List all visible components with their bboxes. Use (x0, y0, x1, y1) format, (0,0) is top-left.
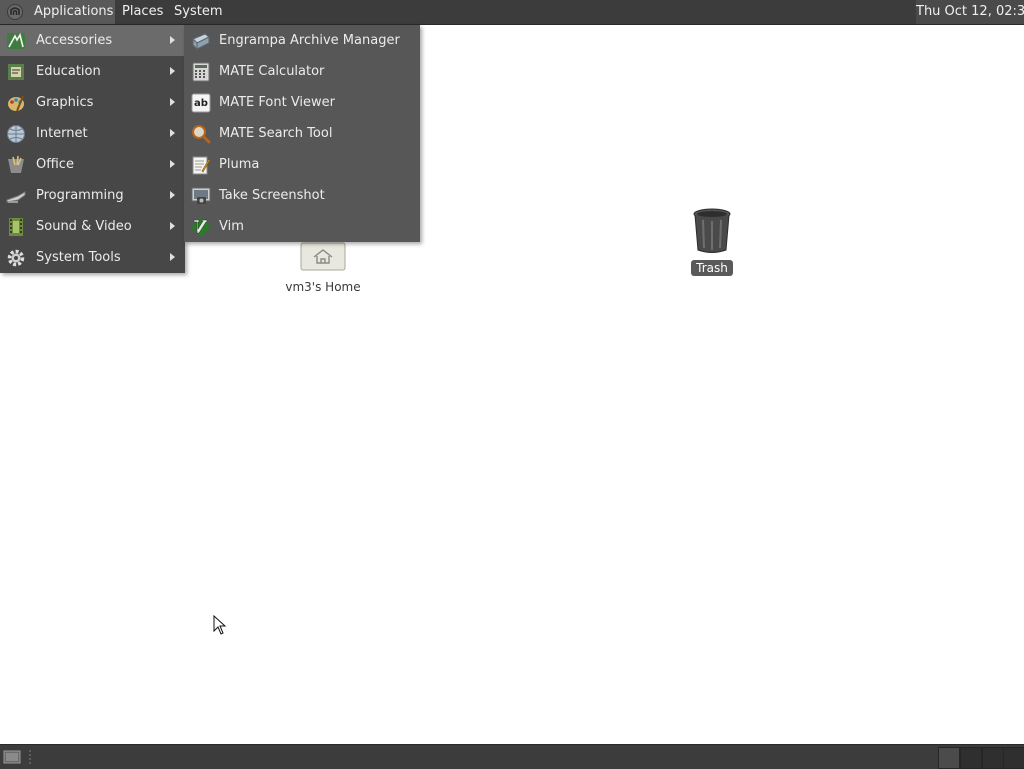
bottom-panel (0, 744, 1024, 769)
menu-item-office[interactable]: Office (0, 149, 185, 180)
menu-item-label: Sound & Video (36, 219, 132, 234)
workspace-1[interactable] (938, 747, 960, 769)
menu-item-engrampa[interactable]: Engrampa Archive Manager (184, 25, 420, 56)
trash-label: Trash (691, 260, 733, 276)
font-viewer-icon: ab (191, 93, 211, 113)
menu-item-label: MATE Calculator (219, 64, 325, 79)
programming-icon (6, 191, 26, 203)
panel-drag-handle[interactable] (28, 749, 32, 765)
menu-item-label: Programming (36, 188, 124, 203)
show-desktop-icon[interactable] (3, 749, 21, 765)
menu-item-label: Engrampa Archive Manager (219, 33, 400, 48)
menu-item-label: Office (36, 157, 74, 172)
menu-item-pluma[interactable]: Pluma (184, 149, 420, 180)
menu-item-label: Pluma (219, 157, 260, 172)
menu-item-system-tools[interactable]: System Tools (0, 242, 185, 273)
submenu-arrow-icon (170, 191, 175, 199)
menu-item-label: System Tools (36, 250, 121, 265)
applications-menu-button[interactable]: Applications (0, 0, 115, 24)
menu-item-label: Graphics (36, 95, 94, 110)
accessories-icon (7, 32, 25, 49)
vim-icon (191, 217, 211, 237)
calculator-icon (192, 62, 210, 82)
workspace-4[interactable] (1003, 747, 1024, 769)
menu-item-graphics[interactable]: Graphics (0, 87, 185, 118)
menu-item-accessories[interactable]: Accessories (0, 25, 185, 56)
clock[interactable]: Thu Oct 12, 02:31 (916, 0, 1024, 24)
workspace-2[interactable] (960, 747, 982, 769)
submenu-arrow-icon (170, 129, 175, 137)
submenu-arrow-icon (170, 67, 175, 75)
archive-manager-icon (192, 33, 210, 51)
menu-item-programming[interactable]: Programming (0, 180, 185, 211)
submenu-arrow-icon (170, 98, 175, 106)
menu-item-take-screenshot[interactable]: Take Screenshot (184, 180, 420, 211)
menu-item-label: MATE Search Tool (219, 126, 333, 141)
text-editor-icon (192, 156, 211, 175)
accessories-submenu: Engrampa Archive Manager MATE Calculator… (184, 25, 420, 242)
trash-desktop-icon[interactable]: Trash (688, 206, 736, 276)
menu-item-label: Accessories (36, 33, 113, 48)
mate-logo-icon (7, 4, 23, 20)
graphics-icon (8, 95, 24, 112)
menu-item-label: Take Screenshot (219, 188, 325, 203)
applications-label: Applications (34, 4, 114, 19)
menu-item-label: Internet (36, 126, 88, 141)
sound-video-icon (9, 218, 23, 236)
menu-item-label: Vim (219, 219, 244, 234)
system-tools-icon (7, 249, 25, 267)
home-folder-desktop-icon[interactable]: vm3's Home (283, 242, 363, 294)
education-icon (8, 64, 24, 80)
mouse-cursor-icon (213, 615, 227, 635)
menu-item-mate-font-viewer[interactable]: ab MATE Font Viewer (184, 87, 420, 118)
menu-item-sound-video[interactable]: Sound & Video (0, 211, 185, 242)
places-menu-button[interactable]: Places (122, 0, 163, 24)
menu-item-mate-calculator[interactable]: MATE Calculator (184, 56, 420, 87)
menu-item-label: MATE Font Viewer (219, 95, 336, 110)
top-panel: Applications Places System Thu Oct 12, 0… (0, 0, 1024, 25)
internet-icon (7, 125, 25, 143)
applications-menu: Accessories Education Graphics Internet (0, 25, 185, 273)
submenu-arrow-icon (170, 253, 175, 261)
home-folder-label: vm3's Home (285, 280, 361, 294)
submenu-arrow-icon (170, 222, 175, 230)
screenshot-icon (191, 187, 211, 204)
system-menu-button[interactable]: System (174, 0, 222, 24)
svg-text:ab: ab (194, 98, 208, 109)
trash-icon (693, 208, 731, 253)
workspace-3[interactable] (982, 747, 1004, 769)
submenu-arrow-icon (170, 36, 175, 44)
menu-item-mate-search-tool[interactable]: MATE Search Tool (184, 118, 420, 149)
home-folder-icon (300, 242, 346, 271)
menu-item-label: Education (36, 64, 101, 79)
search-tool-icon (192, 125, 211, 144)
office-icon (8, 155, 24, 173)
submenu-arrow-icon (170, 160, 175, 168)
menu-item-internet[interactable]: Internet (0, 118, 185, 149)
menu-item-education[interactable]: Education (0, 56, 185, 87)
menu-item-vim[interactable]: Vim (184, 211, 420, 242)
